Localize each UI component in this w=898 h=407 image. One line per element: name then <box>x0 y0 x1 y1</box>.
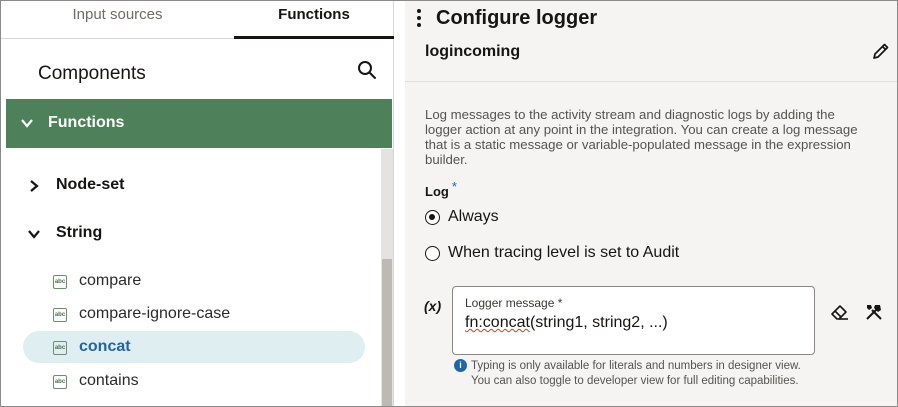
components-pane: Input sources Functions Components Funct… <box>1 1 394 406</box>
logger-message-field[interactable]: Logger message * fn:concat(string1, stri… <box>452 286 815 355</box>
string-function-icon: abc <box>53 308 67 322</box>
category-string[interactable]: String <box>1 219 381 249</box>
function-item-compare[interactable]: abc compare <box>23 265 365 297</box>
components-heading: Components <box>38 63 146 84</box>
function-name-text: fn:concat <box>465 314 530 331</box>
chevron-down-icon <box>21 119 33 128</box>
radio-unchecked-icon <box>425 246 440 261</box>
tools-icon[interactable] <box>864 302 884 322</box>
function-label: compare-ignore-case <box>79 305 231 322</box>
info-icon: i <box>454 359 467 372</box>
logger-message-label: Logger message * <box>465 296 563 310</box>
chevron-right-icon <box>30 180 39 192</box>
log-label-text: Log <box>425 184 449 199</box>
tab-bar: Input sources Functions <box>1 1 394 39</box>
function-item-concat[interactable]: abc concat <box>23 331 365 363</box>
panel-title: Configure logger <box>436 7 598 29</box>
functions-section-header[interactable]: Functions <box>6 99 392 148</box>
required-marker: * <box>451 179 457 194</box>
info-text: Typing is only available for literals an… <box>471 360 801 387</box>
scrollbar-thumb[interactable] <box>382 259 392 406</box>
chevron-down-icon <box>28 230 40 239</box>
logger-message-value[interactable]: fn:concat(string1, string2, ...) <box>465 314 668 332</box>
function-label: concat <box>79 338 131 355</box>
radio-label: When tracing level is set to Audit <box>448 244 680 261</box>
panel-header: Configure logger logincoming <box>405 1 897 82</box>
string-function-icon: abc <box>53 341 67 355</box>
category-node-set[interactable]: Node-set <box>1 171 381 201</box>
more-options-icon[interactable] <box>415 9 423 29</box>
function-label: compare <box>79 272 142 289</box>
pencil-icon[interactable] <box>871 41 891 61</box>
function-item-contains[interactable]: abc contains <box>23 365 365 397</box>
action-name: logincoming <box>425 43 521 60</box>
app-frame: Input sources Functions Components Funct… <box>0 0 898 407</box>
function-args-text: (string1, string2, ...) <box>529 314 668 331</box>
string-function-icon: abc <box>53 375 67 389</box>
function-label: contains <box>79 372 139 389</box>
logger-description: Log messages to the activity stream and … <box>425 107 858 167</box>
function-item-compare-ignore-case[interactable]: abc compare-ignore-case <box>23 298 365 330</box>
search-icon[interactable] <box>356 59 378 81</box>
configure-logger-panel: Configure logger logincoming Log message… <box>405 1 897 406</box>
category-label: String <box>56 224 103 241</box>
tab-functions[interactable]: Functions <box>234 1 394 39</box>
variable-icon[interactable]: (x) <box>424 298 441 314</box>
functions-section-label: Functions <box>48 114 125 131</box>
log-label: Log * <box>425 179 457 199</box>
radio-checked-icon <box>425 210 440 225</box>
string-function-icon: abc <box>53 275 67 289</box>
category-label: Node-set <box>56 176 125 193</box>
radio-label: Always <box>448 208 499 225</box>
tab-input-sources[interactable]: Input sources <box>1 1 234 39</box>
eraser-icon[interactable] <box>830 303 850 321</box>
